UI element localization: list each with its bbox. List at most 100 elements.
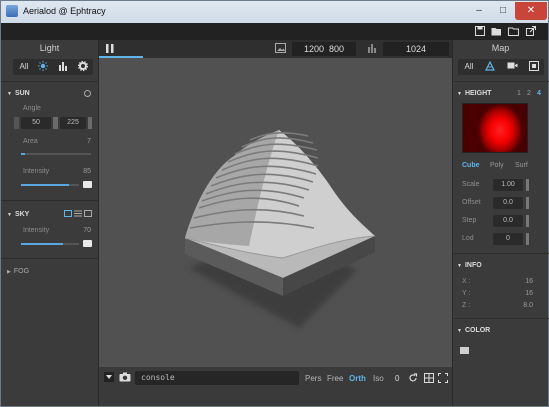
tab-all[interactable]: All bbox=[15, 61, 33, 73]
info-z-label: Z : bbox=[462, 302, 471, 309]
angle-label: Angle bbox=[23, 105, 41, 112]
scale-handle[interactable] bbox=[526, 179, 529, 191]
title-bar: Aerialod @ Ephtracy – □ ✕ bbox=[1, 1, 548, 23]
height-page-4[interactable]: 4 bbox=[537, 90, 541, 97]
rotation-value[interactable]: 0 bbox=[395, 374, 399, 383]
terrain-icon[interactable] bbox=[482, 60, 498, 73]
camera-snapshot-icon[interactable] bbox=[119, 372, 131, 382]
samples-bars-icon[interactable] bbox=[367, 43, 378, 54]
offset-field[interactable]: 0.0 bbox=[493, 197, 523, 209]
render-viewport[interactable] bbox=[99, 58, 452, 367]
section-color[interactable]: ▼ COLOR bbox=[457, 327, 490, 334]
mode-cube[interactable]: Cube bbox=[462, 162, 480, 169]
scale-label: Scale bbox=[462, 181, 480, 188]
image-size-icon[interactable] bbox=[275, 43, 286, 54]
scale-field[interactable]: 1.00 bbox=[493, 179, 523, 191]
lod-field[interactable]: 0 bbox=[493, 233, 523, 245]
terrain-color-swatch[interactable] bbox=[460, 347, 469, 354]
window-title: Aerialod @ Ephtracy bbox=[23, 6, 106, 16]
frame-icon[interactable] bbox=[438, 373, 448, 383]
gear-icon[interactable] bbox=[75, 60, 91, 73]
maximize-button[interactable]: □ bbox=[491, 2, 515, 20]
sun-intensity-label: Intensity bbox=[23, 168, 50, 175]
render-height[interactable]: 800 bbox=[329, 44, 344, 54]
panel-title-light: Light bbox=[39, 43, 60, 53]
section-sun[interactable]: ▼ SUN bbox=[7, 90, 30, 97]
height-page-2[interactable]: 2 bbox=[527, 90, 531, 97]
close-button[interactable]: ✕ bbox=[515, 2, 547, 20]
grid-icon[interactable] bbox=[424, 373, 434, 383]
height-page-1[interactable]: 1 bbox=[517, 90, 521, 97]
minimize-button[interactable]: – bbox=[467, 2, 491, 20]
box-icon[interactable] bbox=[526, 61, 542, 73]
tab-map-all[interactable]: All bbox=[460, 61, 478, 73]
light-panel: Light All ▼ SUN Angle 50 225 Area 7 Inten… bbox=[1, 40, 99, 406]
console-input[interactable]: console bbox=[135, 371, 299, 385]
info-x-label: X : bbox=[462, 278, 471, 285]
sky-image-icon[interactable] bbox=[84, 210, 92, 217]
section-sky[interactable]: ▼ SKY bbox=[7, 211, 29, 218]
info-y-value: 16 bbox=[525, 290, 533, 297]
sky-color-swatch[interactable] bbox=[83, 240, 92, 247]
light-tabs: All bbox=[13, 59, 93, 75]
rotate-icon[interactable] bbox=[408, 373, 418, 383]
open-icon[interactable] bbox=[491, 26, 502, 36]
area-slider-fill bbox=[21, 153, 25, 155]
sun-intensity-value: 85 bbox=[83, 168, 91, 175]
resolution-field[interactable]: 1200 800 bbox=[292, 42, 356, 56]
sky-lines-icon[interactable] bbox=[74, 210, 82, 217]
lod-label: Lod bbox=[462, 235, 474, 242]
step-field[interactable]: 0.0 bbox=[493, 215, 523, 227]
camera-icon[interactable] bbox=[504, 61, 520, 73]
info-y-label: Y : bbox=[462, 290, 471, 297]
sky-gradient-icon[interactable] bbox=[64, 210, 72, 217]
section-height[interactable]: ▼ HEIGHT bbox=[457, 90, 491, 97]
offset-handle[interactable] bbox=[526, 197, 529, 209]
app-window: Aerialod @ Ephtracy – □ ✕ Light All ▼ SU… bbox=[0, 0, 549, 407]
step-label: Step bbox=[462, 217, 477, 224]
mode-free[interactable]: Free bbox=[327, 374, 343, 383]
angle-field-1[interactable]: 50 bbox=[21, 117, 51, 129]
sky-intensity-slider-fill bbox=[21, 243, 63, 245]
panel-title-map: Map bbox=[491, 43, 510, 53]
sun-intensity-slider-fill bbox=[21, 184, 69, 186]
mode-orth[interactable]: Orth bbox=[349, 374, 366, 383]
sky-intensity-label: Intensity bbox=[23, 227, 50, 234]
render-top-bar: 1200 800 1024 bbox=[99, 40, 452, 58]
sky-intensity-slider[interactable] bbox=[21, 243, 79, 245]
angle-handle-right[interactable] bbox=[88, 117, 92, 129]
angle-handle-mid[interactable] bbox=[53, 117, 58, 129]
viewport-bottom-bar: console Pers Free Orth Iso 0 bbox=[99, 367, 452, 406]
mode-surf[interactable]: Surf bbox=[515, 162, 528, 169]
mode-pers[interactable]: Pers bbox=[305, 374, 321, 383]
render-width[interactable]: 1200 bbox=[304, 44, 324, 54]
angle-field-2[interactable]: 225 bbox=[60, 117, 86, 129]
lod-handle[interactable] bbox=[526, 233, 529, 245]
samples-field[interactable]: 1024 bbox=[383, 42, 449, 56]
mode-poly[interactable]: Poly bbox=[490, 162, 504, 169]
save-icon[interactable] bbox=[474, 26, 485, 36]
section-fog[interactable]: ▶ FOG bbox=[7, 268, 29, 275]
area-label: Area bbox=[23, 138, 38, 145]
sun-toggle[interactable] bbox=[84, 90, 91, 97]
folder-icon[interactable] bbox=[508, 26, 519, 36]
dropdown-arrow-icon[interactable] bbox=[104, 372, 114, 382]
step-handle[interactable] bbox=[526, 215, 529, 227]
sun-intensity-slider[interactable] bbox=[21, 184, 79, 186]
sun-color-swatch[interactable] bbox=[83, 181, 92, 188]
area-slider[interactable] bbox=[21, 153, 91, 155]
info-z-value: 8.0 bbox=[523, 302, 533, 309]
app-icon bbox=[6, 5, 18, 17]
map-tabs: All bbox=[458, 59, 544, 75]
angle-handle-left[interactable] bbox=[14, 117, 19, 129]
bars-icon[interactable] bbox=[55, 61, 71, 73]
heightmap-preview[interactable] bbox=[462, 103, 528, 153]
sky-intensity-value: 70 bbox=[83, 227, 91, 234]
sun-icon[interactable] bbox=[35, 61, 51, 73]
pause-icon[interactable] bbox=[106, 44, 114, 53]
area-value: 7 bbox=[87, 138, 91, 145]
mode-iso[interactable]: Iso bbox=[373, 374, 384, 383]
section-info[interactable]: ▼ INFO bbox=[457, 262, 482, 269]
offset-label: Offset bbox=[462, 199, 481, 206]
export-icon[interactable] bbox=[525, 26, 536, 36]
